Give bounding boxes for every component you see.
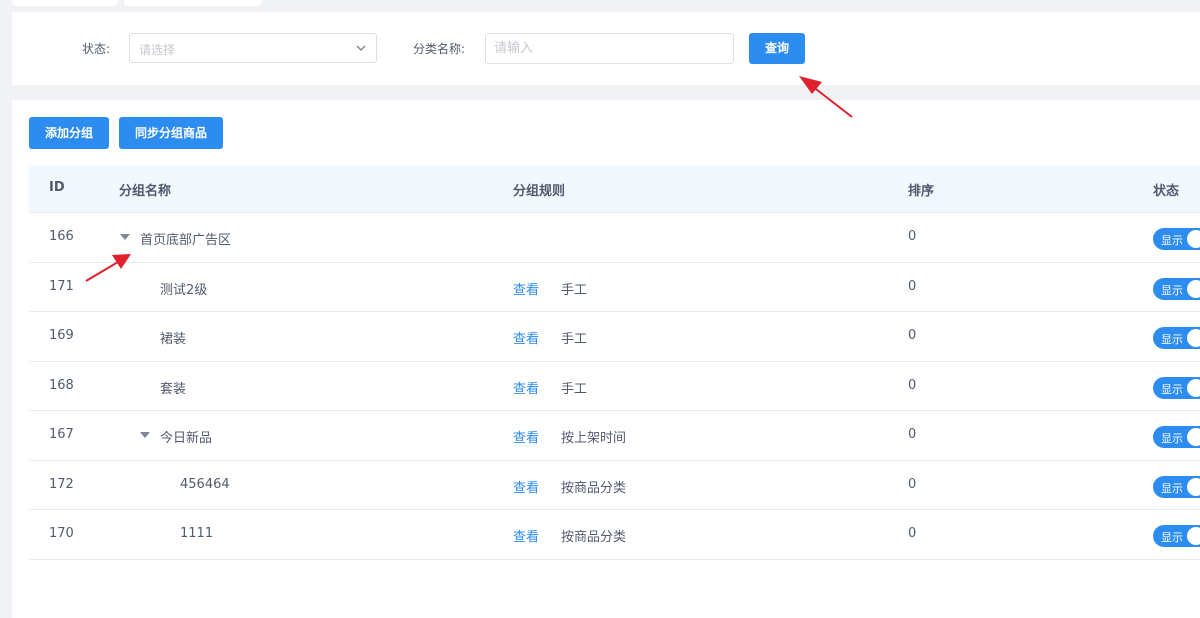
row-id: 172 (49, 476, 74, 492)
table-row: 171 测试2级 查看 手工 0 显示 (29, 263, 1200, 312)
table-row: 167 今日新品 查看 按上架时间 0 显示 (29, 411, 1200, 461)
caret-down-icon[interactable] (140, 432, 150, 438)
header-id: ID (49, 180, 65, 195)
table-header: ID 分组名称 分组规则 排序 状态 (29, 165, 1200, 213)
row-sort: 0 (908, 328, 917, 343)
view-rule-link[interactable]: 查看 (513, 328, 539, 347)
view-rule-link[interactable]: 查看 (513, 427, 539, 446)
header-name: 分组名称 (119, 184, 172, 199)
caret-down-icon[interactable] (120, 234, 130, 240)
row-sort: 0 (908, 278, 917, 294)
table-row: 166 首页底部广告区 0 显示 (29, 213, 1200, 263)
row-id: 169 (49, 328, 74, 343)
table-row: 170 1111 查看 按商品分类 0 显示 (29, 510, 1200, 560)
row-group-name: 套装 (160, 381, 187, 397)
row-sort: 0 (908, 427, 917, 442)
switch-knob (1187, 378, 1200, 397)
status-switch[interactable]: 显示 (1153, 228, 1200, 250)
status-switch[interactable]: 显示 (1153, 277, 1200, 300)
top-tab[interactable] (124, 0, 262, 6)
switch-knob (1187, 527, 1200, 545)
table-row: 168 套装 查看 手工 0 显示 (29, 362, 1200, 411)
row-group-name: 1111 (180, 526, 214, 541)
status-select-placeholder: 请选择 (139, 43, 176, 57)
row-sort: 0 (908, 229, 917, 244)
switch-knob (1187, 477, 1200, 496)
row-id: 170 (49, 526, 74, 541)
row-rule: 按商品分类 (561, 530, 627, 545)
table-row: 169 裙装 查看 手工 0 显示 (29, 312, 1200, 362)
row-id: 168 (49, 377, 74, 393)
switch-knob (1187, 279, 1200, 298)
chevron-down-icon (356, 45, 366, 51)
header-sort: 排序 (908, 184, 935, 199)
status-switch[interactable]: 显示 (1153, 376, 1200, 399)
row-group-name: 测试2级 (160, 282, 208, 298)
row-sort: 0 (908, 526, 917, 541)
row-id: 171 (49, 278, 74, 294)
status-switch-label: 显示 (1161, 481, 1183, 495)
status-switch-label: 显示 (1161, 283, 1183, 297)
category-name-input[interactable] (486, 34, 724, 63)
top-tab[interactable] (12, 0, 118, 6)
query-button[interactable]: 查询 (749, 33, 805, 64)
row-sort: 0 (908, 476, 917, 492)
view-rule-link[interactable]: 查看 (513, 477, 539, 496)
add-group-button[interactable]: 添加分组 (29, 117, 109, 149)
row-group-name: 裙装 (160, 332, 187, 347)
status-switch[interactable]: 显示 (1153, 525, 1200, 547)
category-name-label: 分类名称: (413, 42, 466, 56)
header-status: 状态 (1153, 184, 1180, 199)
sync-group-products-button[interactable]: 同步分组商品 (119, 117, 223, 149)
view-rule-link[interactable]: 查看 (513, 378, 539, 397)
status-switch-label: 显示 (1161, 234, 1183, 247)
category-name-field[interactable] (485, 33, 734, 64)
status-switch[interactable]: 显示 (1153, 475, 1200, 498)
status-switch-label: 显示 (1161, 333, 1183, 346)
table-body: 166 首页底部广告区 0 显示 171 测试2级 查看 手工 0 显示 169 裙装 查看 手工… (29, 213, 1200, 560)
row-rule: 手工 (561, 332, 588, 347)
row-group-name: 今日新品 (160, 431, 213, 446)
status-switch[interactable]: 显示 (1153, 327, 1200, 349)
view-rule-link[interactable]: 查看 (513, 279, 539, 298)
status-switch-label: 显示 (1161, 382, 1183, 396)
group-table: ID 分组名称 分组规则 排序 状态 166 首页底部广告区 0 显示 171 测试2… (29, 165, 1200, 560)
status-switch-label: 显示 (1161, 432, 1183, 445)
status-label: 状态: (82, 42, 111, 56)
table-row: 172 456464 查看 按商品分类 0 显示 (29, 461, 1200, 510)
row-group-name: 首页底部广告区 (140, 233, 232, 248)
header-rule: 分组规则 (513, 184, 566, 199)
status-switch-label: 显示 (1161, 531, 1183, 544)
row-id: 167 (49, 427, 74, 442)
row-group-name: 456464 (180, 476, 230, 492)
view-rule-link[interactable]: 查看 (513, 526, 539, 545)
row-id: 166 (49, 229, 74, 244)
status-select[interactable]: 请选择 (129, 33, 377, 63)
row-sort: 0 (908, 377, 917, 393)
row-rule: 按商品分类 (561, 480, 627, 496)
top-tabs (0, 0, 300, 6)
status-switch[interactable]: 显示 (1153, 426, 1200, 448)
switch-knob (1187, 230, 1200, 248)
switch-knob (1187, 428, 1200, 446)
switch-knob (1187, 329, 1200, 347)
row-rule: 手工 (561, 282, 588, 298)
row-rule: 按上架时间 (561, 431, 627, 446)
row-rule: 手工 (561, 381, 588, 397)
